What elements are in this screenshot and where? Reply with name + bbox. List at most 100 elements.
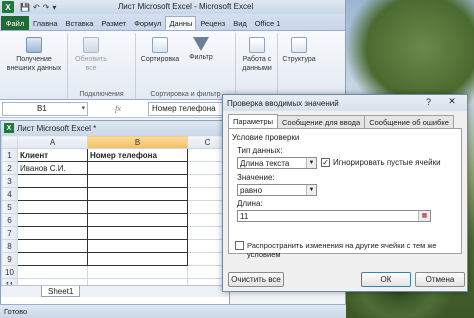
table-row: 3 — [1, 174, 228, 188]
ignore-blank-checkbox[interactable]: ✓ — [321, 158, 330, 167]
table-row: 8 — [1, 239, 228, 253]
ribbon-tabs: Файл Главна Вставка Размет Формул Данны … — [0, 14, 345, 30]
column-header-b[interactable]: B — [87, 135, 188, 149]
excel-logo-icon[interactable]: X — [2, 1, 14, 13]
tab-file[interactable]: Файл — [1, 16, 29, 30]
tab-settings[interactable]: Параметры — [228, 114, 278, 128]
insert-function-icon[interactable]: fx — [88, 104, 148, 113]
range-select-icon[interactable]: ▦ — [418, 211, 430, 221]
status-bar: Готово — [0, 304, 346, 318]
tab-view[interactable]: Вид — [229, 16, 251, 30]
tab-page-layout[interactable]: Размет — [97, 16, 130, 30]
table-row: 5 — [1, 200, 228, 214]
close-icon[interactable]: ✕ — [441, 96, 463, 109]
propagate-checkbox[interactable] — [235, 241, 244, 250]
ok-button[interactable]: ОК — [361, 272, 411, 287]
cell[interactable] — [17, 200, 88, 214]
table-row: 10 — [1, 265, 228, 279]
row-header[interactable]: 9 — [1, 252, 18, 266]
cancel-button[interactable]: Отмена — [415, 272, 465, 287]
tab-insert[interactable]: Вставка — [62, 16, 98, 30]
sheet-tab-bar: Sheet1 — [1, 285, 229, 297]
tab-formulas[interactable]: Формул — [130, 16, 165, 30]
sort-button[interactable]: Сортировка — [138, 37, 182, 64]
name-box-dropdown-icon[interactable]: ▾ — [81, 104, 85, 112]
row-header[interactable]: 7 — [1, 226, 18, 240]
row-header[interactable]: 1 — [1, 148, 18, 162]
table-row: 9 — [1, 252, 228, 266]
tab-office[interactable]: Office 1 — [251, 16, 285, 30]
select-all-corner[interactable] — [1, 135, 18, 149]
data-tools-button[interactable]: Работа с данными — [238, 37, 276, 73]
dialog-title-bar: Проверка вводимых значений ? ✕ — [223, 95, 467, 111]
section-title: Условие проверки — [232, 133, 300, 142]
refresh-all-button[interactable]: Обновить все — [72, 37, 110, 73]
dialog-title: Проверка вводимых значений — [227, 98, 339, 108]
database-icon — [26, 37, 42, 53]
tab-home[interactable]: Главна — [29, 16, 62, 30]
workbook-icon: X — [4, 123, 14, 133]
cell[interactable] — [87, 239, 188, 253]
row-header[interactable]: 6 — [1, 213, 18, 227]
cell[interactable] — [87, 174, 188, 188]
filter-button[interactable]: Фильтр — [186, 37, 216, 62]
cell[interactable] — [17, 187, 88, 201]
row-header[interactable]: 2 — [1, 161, 18, 175]
row-header[interactable]: 3 — [1, 174, 18, 188]
cell[interactable] — [17, 252, 88, 266]
cell[interactable] — [87, 226, 188, 240]
tab-data[interactable]: Данны — [165, 16, 197, 30]
cell[interactable]: Клиент — [17, 148, 88, 162]
status-text: Готово — [4, 307, 28, 316]
cell[interactable] — [87, 161, 188, 175]
cell[interactable] — [87, 213, 188, 227]
group-connections: Обновить все Подключения — [68, 33, 136, 99]
cell[interactable] — [17, 239, 88, 253]
chevron-down-icon: ▼ — [306, 185, 316, 195]
workbook-title: Лист Microsoft Excel * — [17, 123, 97, 133]
dialog-tabs: Параметры Сообщение для ввода Сообщение … — [223, 114, 467, 128]
qat-customize-icon[interactable]: ▾ — [52, 3, 56, 12]
filter-funnel-icon — [193, 37, 209, 51]
tab-input-message[interactable]: Сообщение для ввода — [276, 115, 366, 128]
row-header[interactable]: 8 — [1, 239, 18, 253]
cell[interactable] — [17, 213, 88, 227]
operator-select[interactable]: равно ▼ — [237, 184, 317, 196]
outline-icon — [291, 37, 307, 53]
row-header[interactable]: 10 — [1, 265, 18, 279]
group-data-tools: Работа с данными — [236, 33, 278, 99]
data-type-label: Тип данных: — [237, 146, 283, 155]
cell[interactable] — [17, 265, 88, 279]
row-header[interactable]: 5 — [1, 200, 18, 214]
value-label: Значение: — [237, 173, 275, 182]
cell[interactable]: Иванов С.И. — [17, 161, 88, 175]
clear-all-button[interactable]: Очистить все — [228, 272, 284, 287]
table-row: 7 — [1, 226, 228, 240]
row-header[interactable]: 4 — [1, 187, 18, 201]
name-box[interactable]: B1 ▾ — [2, 101, 88, 116]
cell[interactable] — [87, 187, 188, 201]
cell[interactable] — [87, 252, 188, 266]
redo-icon[interactable]: ↷ — [43, 3, 50, 12]
group-label-sort-filter: Сортировка и фильтр — [150, 91, 221, 98]
sheet-tab-sheet1[interactable]: Sheet1 — [41, 286, 81, 297]
undo-icon[interactable]: ↶ — [33, 3, 40, 12]
tab-review[interactable]: Реценз — [196, 16, 229, 30]
table-row: 4 — [1, 187, 228, 201]
group-label-connections: Подключения — [79, 91, 124, 98]
cell[interactable] — [87, 200, 188, 214]
help-icon[interactable]: ? — [426, 97, 431, 107]
length-label: Длина: — [237, 199, 263, 208]
get-external-data-button[interactable]: Получение внешних данных — [4, 37, 64, 73]
column-header-a[interactable]: A — [17, 135, 88, 149]
data-tools-icon — [249, 37, 265, 53]
cell[interactable] — [17, 174, 88, 188]
structure-button[interactable]: Структура — [280, 37, 318, 64]
length-input[interactable]: 11 ▦ — [237, 210, 431, 222]
tab-error-alert[interactable]: Сообщение об ошибке — [364, 115, 454, 128]
cell[interactable] — [17, 226, 88, 240]
save-icon[interactable]: 💾 — [20, 3, 30, 12]
cell[interactable]: Номер телефона — [87, 148, 188, 162]
cell[interactable] — [87, 265, 188, 279]
data-type-select[interactable]: Длина текста ▼ — [237, 157, 317, 169]
